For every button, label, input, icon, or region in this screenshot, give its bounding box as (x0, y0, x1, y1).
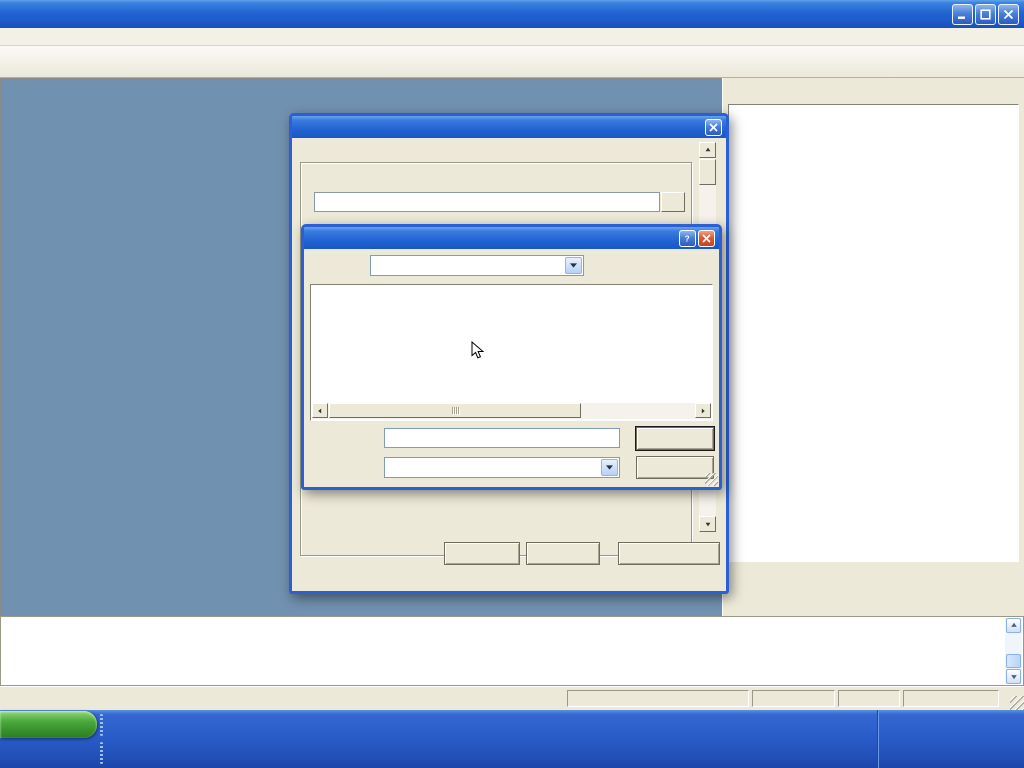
chevron-down-icon[interactable] (601, 459, 618, 476)
close-icon[interactable] (705, 119, 722, 136)
svg-text:?: ? (685, 234, 690, 243)
ok-button[interactable] (444, 542, 520, 565)
close-icon[interactable] (698, 230, 715, 247)
toolbar-grip[interactable] (100, 714, 103, 736)
close-button[interactable] (998, 4, 1019, 25)
presets-tree[interactable] (728, 104, 1019, 562)
folder-list[interactable] (310, 284, 713, 421)
status-bar (0, 686, 1024, 710)
presets-panel (722, 78, 1024, 616)
scroll-up-icon[interactable] (1006, 618, 1021, 633)
window-titlebar[interactable] (0, 0, 1024, 28)
disk-drive-icon (374, 260, 390, 272)
file-name-input[interactable] (384, 428, 620, 448)
resize-grip[interactable] (1010, 696, 1024, 710)
cancel-button[interactable] (636, 456, 714, 479)
screen: ? (0, 0, 1024, 768)
menu-bar (0, 28, 1024, 46)
scroll-thumb[interactable] (1006, 654, 1021, 668)
open-dialog-titlebar[interactable]: ? (304, 227, 719, 249)
log-panel (0, 616, 1024, 686)
resize-grip[interactable] (705, 473, 718, 486)
windows-flag-icon (8, 716, 28, 734)
toolbar-grip[interactable] (100, 742, 103, 764)
back-button[interactable] (590, 255, 611, 276)
scroll-left-icon[interactable] (312, 403, 328, 418)
horizontal-scrollbar[interactable] (312, 403, 711, 419)
model-name-input[interactable] (314, 192, 660, 212)
presets-toolbar (725, 566, 1023, 612)
up-one-level-button[interactable] (612, 255, 633, 276)
open-dialog: ? (301, 224, 722, 490)
camera-coords (567, 690, 749, 707)
chevron-down-icon[interactable] (565, 257, 582, 274)
cancel-button[interactable] (526, 542, 600, 565)
browse-button[interactable] (661, 192, 685, 212)
open-button[interactable] (636, 427, 714, 450)
start-button[interactable] (0, 711, 97, 738)
maximize-button[interactable] (975, 4, 996, 25)
scroll-down-icon[interactable] (1006, 669, 1021, 684)
look-in-combobox[interactable] (370, 255, 584, 276)
ok-propagate-button[interactable] (618, 542, 720, 565)
status-pane-empty2 (838, 690, 900, 707)
status-pane-empty1 (752, 690, 835, 707)
log-scrollbar[interactable] (1005, 618, 1022, 684)
app-icon (5, 6, 22, 23)
scroll-up-icon[interactable] (699, 142, 716, 158)
taskbar (0, 710, 1024, 768)
scroll-down-icon[interactable] (699, 516, 716, 532)
files-of-type-combobox[interactable] (384, 457, 620, 478)
new-folder-button[interactable] (634, 255, 655, 276)
log-lines (1, 617, 1023, 623)
scroll-thumb[interactable] (329, 403, 581, 418)
edit-object-titlebar[interactable] (292, 116, 726, 138)
view-menu-button[interactable] (656, 255, 683, 276)
main-toolbar (0, 46, 1024, 78)
scroll-right-icon[interactable] (695, 403, 711, 418)
system-tray (878, 710, 1024, 768)
polys-count (903, 690, 999, 707)
help-icon[interactable]: ? (679, 230, 696, 247)
mouse-cursor (471, 341, 484, 360)
minimize-button[interactable] (952, 4, 973, 25)
scroll-thumb[interactable] (699, 159, 716, 185)
